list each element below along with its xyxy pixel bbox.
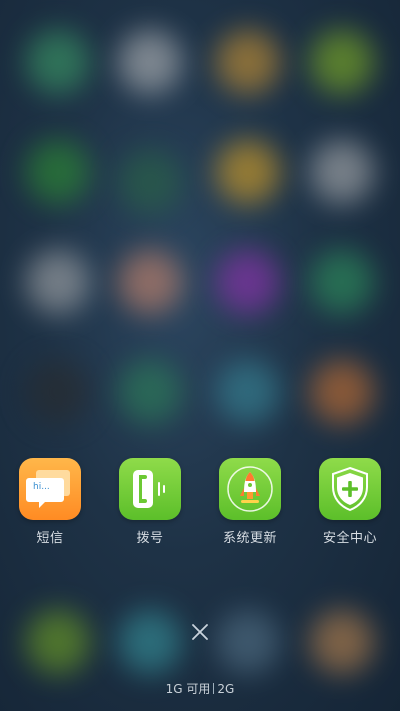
recent-apps-row: hi... 短信 拨号 系统更新 安全中心 (0, 456, 400, 556)
blurred-icon (118, 250, 182, 314)
app-security-center[interactable]: 安全中心 (300, 456, 400, 546)
blurred-icon (118, 150, 182, 214)
app-system-update[interactable]: 系统更新 (200, 456, 300, 546)
blurred-icon (216, 30, 280, 94)
blurred-icon (310, 610, 374, 674)
memory-separator (213, 683, 215, 694)
blurred-icon (26, 360, 90, 424)
blurred-icon (310, 360, 374, 424)
memory-total: 2G (217, 682, 235, 696)
phone-handset-icon (119, 458, 181, 520)
close-icon[interactable] (188, 620, 212, 644)
blurred-icon (310, 250, 374, 314)
message-bubble-icon: hi... (19, 458, 81, 520)
blurred-icon (26, 30, 90, 94)
app-sms[interactable]: hi... 短信 (0, 456, 100, 546)
blurred-icon (310, 140, 374, 204)
app-label: 拨号 (136, 531, 164, 546)
rocket-icon (219, 458, 281, 520)
app-label: 系统更新 (222, 531, 277, 546)
blurred-icon (118, 610, 182, 674)
app-label: 短信 (36, 531, 64, 546)
blurred-background (0, 0, 400, 711)
blurred-icon (26, 610, 90, 674)
blurred-icon (118, 360, 182, 424)
blurred-icon (216, 360, 280, 424)
sms-bubble-text: hi... (33, 482, 50, 492)
blurred-icon (216, 610, 280, 674)
blurred-icon (216, 250, 280, 314)
app-dialer[interactable]: 拨号 (100, 456, 200, 546)
blurred-icon (216, 140, 280, 204)
app-label: 安全中心 (322, 531, 377, 546)
memory-status: 1G 可用 2G (0, 680, 400, 697)
memory-available: 1G 可用 (165, 682, 211, 696)
shield-plus-icon (319, 458, 381, 520)
blurred-icon (26, 250, 90, 314)
blurred-icon (26, 140, 90, 204)
blurred-icon (118, 30, 182, 94)
blurred-icon (310, 30, 374, 94)
